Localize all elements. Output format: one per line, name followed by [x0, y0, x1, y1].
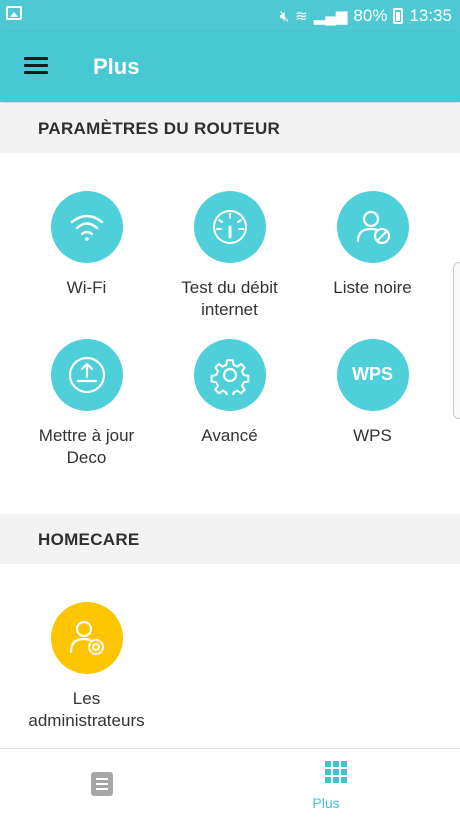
wifi-signal-icon: ≋: [295, 8, 308, 25]
app-bar: Plus: [0, 32, 460, 102]
hamburger-menu-icon[interactable]: [24, 55, 48, 75]
battery-percent: 80%: [353, 6, 388, 25]
document-icon: [91, 772, 113, 796]
scroll-handle[interactable]: [453, 262, 460, 419]
tile-speed-test[interactable]: Test du débit internet: [158, 191, 301, 321]
status-bar: 🔇︎ ≋ ▂▄▆ 80% 13:35: [0, 0, 460, 32]
section-header-homecare: HOMECARE: [0, 514, 460, 564]
nav-label-plus: Plus: [312, 795, 340, 811]
section-title: PARAMÈTRES DU ROUTEUR: [38, 119, 281, 138]
nav-item-document[interactable]: [0, 749, 230, 818]
tile-update-deco[interactable]: Mettre à jour Deco: [15, 339, 158, 469]
tile-label: Test du débit internet: [181, 278, 278, 319]
nav-item-plus[interactable]: Plus: [236, 749, 460, 818]
cell-signal-icon: ▂▄▆: [313, 8, 348, 25]
upload-icon: [50, 339, 123, 411]
wps-icon: WPS: [336, 339, 409, 411]
gallery-notification-icon: [6, 6, 22, 20]
tile-label: Wi-Fi: [66, 278, 107, 297]
tile-label: WPS: [353, 426, 392, 445]
admin-user-gear-icon: [50, 602, 123, 674]
mute-icon: 🔇︎: [279, 7, 290, 25]
tile-blacklist[interactable]: Liste noire: [301, 191, 444, 299]
tile-administrators[interactable]: Les administrateurs: [15, 602, 158, 732]
tile-label: Liste noire: [333, 278, 412, 297]
bottom-navigation: Plus: [0, 748, 460, 818]
status-indicators: 🔇︎ ≋ ▂▄▆ 80% 13:35: [280, 5, 452, 27]
speedometer-icon: [193, 191, 266, 263]
tile-label: Mettre à jour Deco: [38, 426, 135, 467]
grid-icon: [325, 761, 347, 783]
section-header-router-settings: PARAMÈTRES DU ROUTEUR: [0, 103, 460, 153]
wifi-icon: [50, 191, 123, 263]
tile-advanced[interactable]: Avancé: [158, 339, 301, 447]
tile-label: Les administrateurs: [28, 689, 145, 730]
tile-wps[interactable]: WPS WPS: [301, 339, 444, 447]
tile-label: Avancé: [201, 426, 258, 445]
user-blocked-icon: [336, 191, 409, 263]
tile-wifi[interactable]: Wi-Fi: [15, 191, 158, 299]
wps-badge-text: WPS: [351, 364, 393, 384]
gear-icon: [193, 339, 266, 411]
page-title: Plus: [93, 54, 140, 79]
section-title: HOMECARE: [38, 530, 140, 549]
battery-icon: [393, 8, 404, 24]
clock: 13:35: [409, 6, 452, 25]
